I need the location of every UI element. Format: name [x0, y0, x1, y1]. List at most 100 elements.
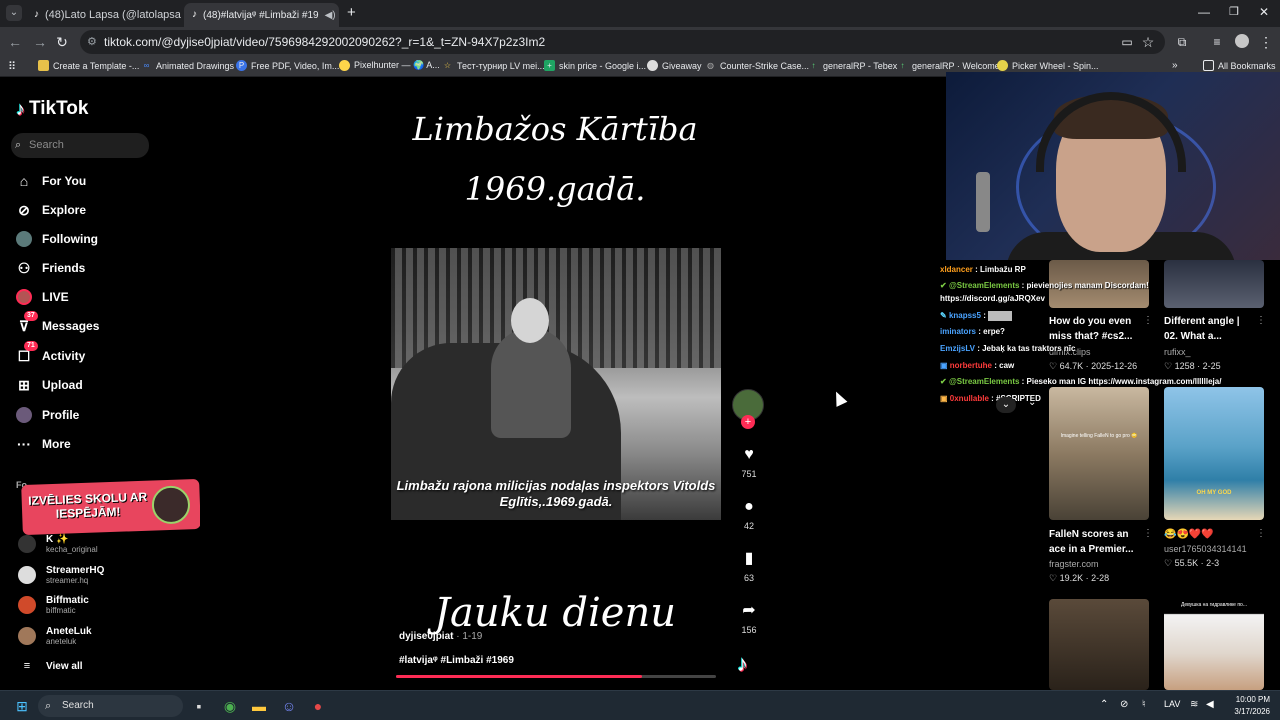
nav-more[interactable]: ··· More	[16, 433, 71, 455]
chat-message: iminators : erpe?	[940, 327, 1005, 336]
search-input[interactable]: ⌕ Search	[11, 133, 149, 158]
restore-icon[interactable]: ❐	[1229, 5, 1239, 18]
bookmark-item[interactable]: Giveaway	[647, 60, 702, 71]
card-menu-icon[interactable]: ⋮	[1143, 528, 1153, 539]
card-title[interactable]: FalleN scores an	[1049, 527, 1128, 542]
promo-banner[interactable]: IZVĒLIES SKOLU AR IESPĒJĀM!	[21, 478, 201, 536]
video-thumbnail[interactable]	[1049, 599, 1149, 690]
comment-button[interactable]: ● 42	[731, 497, 767, 531]
taskbar-search-input[interactable]: ⌕ Search	[38, 695, 183, 717]
task-view-icon[interactable]: ▪	[189, 697, 209, 715]
view-all-link[interactable]: ≡ View all	[18, 660, 83, 672]
bookmark-item[interactable]: P Free PDF, Video, Im...	[236, 60, 339, 71]
card-title[interactable]: 😂😍❤️❤️	[1164, 527, 1214, 542]
browser-menu-icon[interactable]: ⋮	[1257, 33, 1275, 51]
back-icon[interactable]: ←	[6, 33, 24, 51]
apps-grid-icon[interactable]: ⠿	[8, 60, 16, 73]
bookmark-item[interactable]: + skin price - Google i...	[544, 60, 646, 71]
card-title[interactable]: ace in a Premier...	[1049, 542, 1134, 557]
video-thumbnail[interactable]: OH MY GOD	[1164, 387, 1264, 520]
nav-friends[interactable]: ⚇ Friends	[16, 257, 86, 279]
card-author[interactable]: user1765034314141	[1164, 544, 1247, 554]
nav-explore[interactable]: ⊘ Explore	[16, 199, 86, 221]
nav-for-you[interactable]: ⌂ For You	[16, 170, 86, 192]
card-author[interactable]: rufixx_	[1164, 347, 1191, 357]
nav-activity[interactable]: ☐ 71 Activity	[16, 341, 85, 367]
discord-icon[interactable]: ☺	[279, 697, 299, 715]
video-thumbnail[interactable]: Девушка на гидравлике по...	[1164, 599, 1264, 690]
new-tab-button[interactable]: +	[347, 4, 356, 21]
app-icon[interactable]: ●	[308, 697, 328, 715]
volume-icon[interactable]: ◀	[1206, 699, 1214, 710]
all-bookmarks[interactable]: All Bookmarks	[1203, 60, 1276, 71]
tiktok-note-icon[interactable]: ♪	[737, 651, 748, 677]
more-bookmarks-icon[interactable]: »	[1172, 60, 1178, 71]
system-clock[interactable]: 10:00 PM 3/17/2026	[1224, 694, 1270, 718]
more-icon: ···	[17, 436, 31, 452]
bookmark-item[interactable]: Picker Wheel - Spin...	[997, 60, 1099, 71]
video-thumbnail[interactable]	[1164, 260, 1264, 308]
bookmark-item[interactable]: ☆ Тест-турнир LV mei...	[442, 60, 545, 71]
forward-icon[interactable]: →	[31, 33, 49, 51]
profile-avatar[interactable]	[1235, 34, 1249, 48]
nav-upload[interactable]: ⊞ Upload	[16, 374, 83, 396]
browser-tab-1[interactable]: ♪ (48)Lato Lapsa (@latolapsa)'s vi ✕	[26, 3, 181, 27]
windows-start-icon[interactable]: ⊞	[12, 697, 32, 715]
chrome-icon[interactable]: ◉	[220, 697, 240, 715]
following-account[interactable]: AneteLuk aneteluk	[18, 626, 92, 646]
network-icon[interactable]: ⊘	[1120, 699, 1128, 710]
microphone-icon[interactable]: ♮	[1142, 699, 1146, 710]
card-menu-icon[interactable]: ⋮	[1256, 315, 1266, 326]
minimize-icon[interactable]: —	[1198, 5, 1210, 19]
scroll-down-icon[interactable]: ⌄	[1028, 397, 1036, 408]
nav-live[interactable]: LIVE	[16, 286, 69, 308]
following-account[interactable]: K ✨ kecha_original	[18, 534, 98, 554]
tiktok-logo[interactable]: ♪ TikTok	[16, 98, 88, 120]
keyboard-language[interactable]: LAV	[1164, 699, 1180, 709]
following-account[interactable]: StreamerHQ streamer.hq	[18, 565, 104, 585]
share-button[interactable]: ➦ 156	[731, 601, 767, 635]
browser-tab-2[interactable]: ♪ (48)#latvijaᵠ #Limbaži #19 ◀) ✕	[184, 3, 339, 27]
card-title[interactable]: How do you even	[1049, 314, 1131, 329]
reload-icon[interactable]: ↻	[53, 33, 71, 51]
bookmark-item[interactable]: Create a Template -...	[38, 60, 139, 71]
video-thumbnail[interactable]: Imagine telling FalleN to go pro 😳	[1049, 387, 1149, 520]
media-controls-icon[interactable]: ≡	[1208, 33, 1226, 51]
extensions-icon[interactable]: ⧉	[1173, 33, 1191, 51]
card-author[interactable]: fragster.com	[1049, 559, 1099, 569]
scroll-down-icon[interactable]: ⌄	[996, 397, 1016, 413]
globe-icon: ◍	[707, 61, 714, 70]
video-author[interactable]: dyjise0jpiat · 1-19	[399, 631, 482, 642]
bookmark-item[interactable]: ∞ Animated Drawings	[141, 60, 234, 71]
bookmark-star-icon[interactable]: ☆	[1139, 33, 1157, 51]
card-title[interactable]: 02. What a...	[1164, 329, 1222, 344]
tray-overflow-icon[interactable]: ⌃	[1100, 699, 1108, 710]
save-button[interactable]: ▮ 63	[731, 549, 767, 583]
bookmark-item[interactable]: ◍ Counter-Strike Case...	[705, 60, 809, 71]
wifi-icon[interactable]: ≋	[1190, 699, 1198, 710]
like-count: 751	[741, 469, 757, 479]
nav-messages[interactable]: ⊽ 37 Messages	[16, 311, 99, 337]
video-hashtags[interactable]: #latvijaᵠ #Limbaži #1969	[399, 655, 514, 666]
bookmark-item[interactable]: ↑ generalRP · Welcome	[897, 60, 1000, 71]
video-player[interactable]: Limbažos Kārtība 1969.gadā. Limbažu rajo…	[200, 78, 945, 690]
card-title[interactable]: Different angle |	[1164, 314, 1240, 329]
bookmark-item[interactable]: ↑ generalRP - Tebex	[808, 60, 898, 71]
address-bar[interactable]: ⚙ tiktok.com/@dyjise0jpiat/video/7596984…	[80, 30, 1165, 54]
video-progress-bar[interactable]	[396, 675, 716, 678]
site-info-icon[interactable]: ⚙	[87, 30, 97, 54]
tab-list-dropdown-icon[interactable]: ⌄	[6, 5, 22, 21]
card-menu-icon[interactable]: ⋮	[1143, 315, 1153, 326]
card-title[interactable]: miss that? #cs2...	[1049, 329, 1132, 344]
close-window-icon[interactable]: ✕	[1259, 5, 1269, 19]
card-menu-icon[interactable]: ⋮	[1256, 528, 1266, 539]
bookmark-item[interactable]: Pixelhunter — 🌍 A...	[339, 60, 440, 71]
follow-plus-icon[interactable]: +	[741, 415, 755, 429]
nav-profile[interactable]: Profile	[16, 404, 79, 426]
cast-icon[interactable]: ▭	[1118, 33, 1136, 51]
nav-following[interactable]: Following	[16, 228, 98, 250]
like-button[interactable]: ♥ 751	[731, 445, 767, 479]
following-account[interactable]: Biffmatic biffmatic	[18, 595, 89, 615]
file-explorer-icon[interactable]: ▬	[249, 697, 269, 715]
speaker-icon[interactable]: ◀)	[325, 10, 336, 21]
